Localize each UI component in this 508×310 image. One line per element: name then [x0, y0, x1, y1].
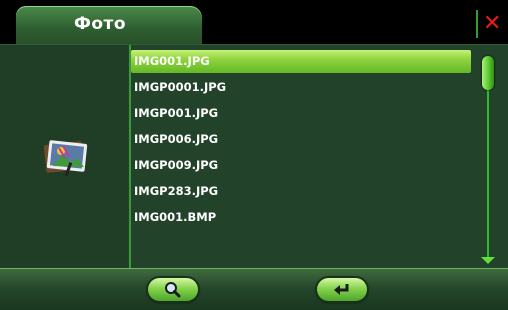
- scrollbar[interactable]: [480, 45, 498, 269]
- photo-browser-screen: Фото ✕ IMG001.JPG IMGP0001.JPG IMGP001.J…: [0, 0, 508, 310]
- preview-pane: [0, 45, 128, 269]
- file-item-imgp009-jpg[interactable]: IMGP009.JPG: [131, 154, 471, 177]
- file-item-imgp001-jpg[interactable]: IMGP001.JPG: [131, 102, 471, 125]
- file-item-img001-bmp[interactable]: IMG001.BMP: [131, 206, 471, 229]
- file-item-imgp283-jpg[interactable]: IMGP283.JPG: [131, 180, 471, 203]
- scroll-track[interactable]: [487, 65, 489, 257]
- photo-tab: Фото: [16, 6, 202, 46]
- bottom-toolbar: [0, 268, 508, 310]
- file-item-img001-jpg[interactable]: IMG001.JPG: [131, 50, 471, 73]
- title-bar: Фото ✕: [0, 0, 508, 46]
- close-separator: [476, 10, 478, 38]
- magnifier-icon: [165, 282, 181, 298]
- close-icon[interactable]: ✕: [483, 11, 501, 37]
- scroll-thumb[interactable]: [482, 56, 494, 90]
- file-item-imgp0001-jpg[interactable]: IMGP0001.JPG: [131, 76, 471, 99]
- file-list: IMG001.JPG IMGP0001.JPG IMGP001.JPG IMGP…: [131, 50, 471, 232]
- down-arrow-icon[interactable]: [481, 257, 495, 264]
- window-title: Фото: [74, 14, 127, 34]
- close-button[interactable]: ✕: [476, 10, 504, 40]
- search-button[interactable]: [148, 278, 198, 301]
- photo-icon: [43, 140, 88, 177]
- return-arrow-icon: [334, 284, 349, 295]
- back-button[interactable]: [317, 278, 367, 301]
- file-item-imgp006-jpg[interactable]: IMGP006.JPG: [131, 128, 471, 151]
- main-panel: IMG001.JPG IMGP0001.JPG IMGP001.JPG IMGP…: [0, 44, 508, 269]
